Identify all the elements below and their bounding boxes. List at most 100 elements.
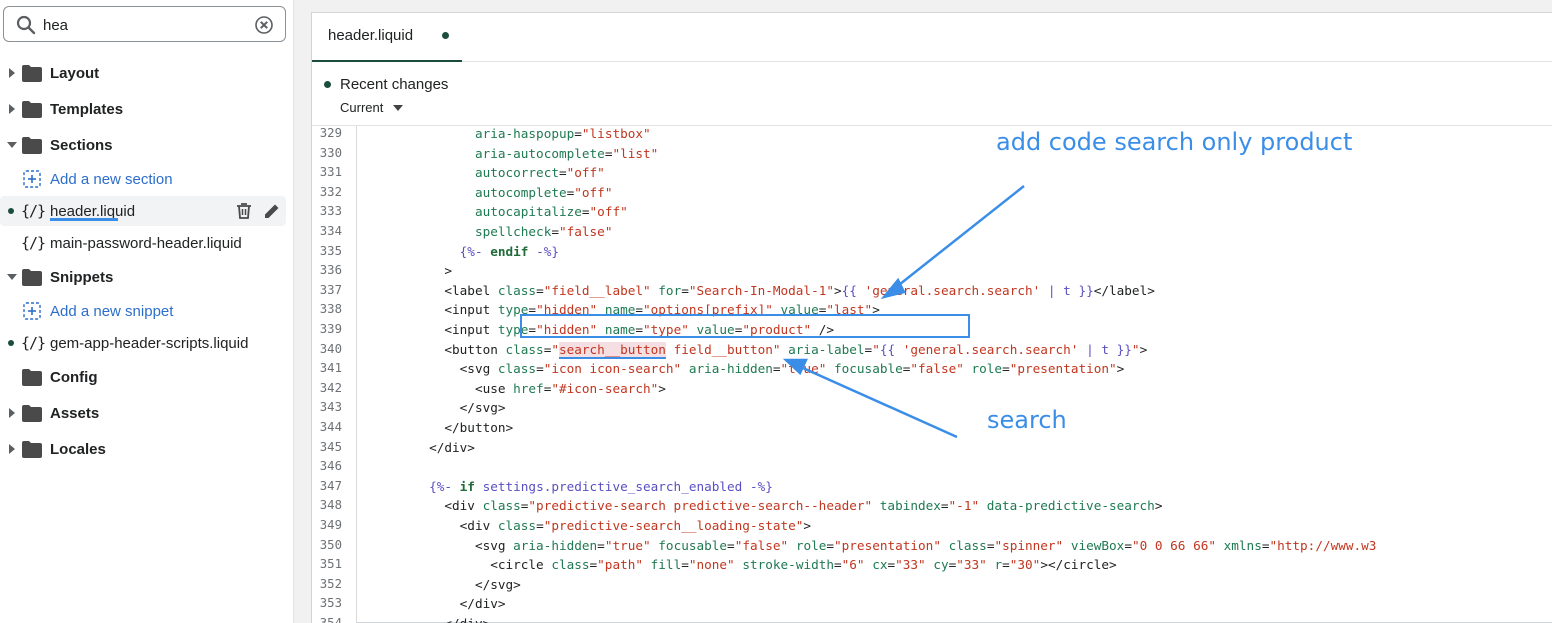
line-number: 354 [319, 616, 342, 623]
folder-label: Snippets [50, 268, 114, 286]
add-snippet-label: Add a new snippet [50, 302, 174, 320]
caret-right-icon [9, 68, 15, 78]
file-search-input[interactable] [43, 14, 243, 36]
annotation-note-top: add code search only product [996, 128, 1353, 156]
code-line: </svg> [368, 576, 521, 592]
recent-changes-bar: Recent changes Current [312, 69, 1552, 126]
add-file-icon [23, 302, 41, 320]
liquid-file-icon: {/} [21, 334, 46, 352]
code-line: <circle class="path" fill="none" stroke-… [368, 557, 1117, 573]
caret-down-icon [7, 274, 17, 280]
file-label: header.liquid [50, 202, 136, 220]
code-line: aria-autocomplete="list" [474, 145, 659, 161]
folder-label: Locales [50, 440, 106, 458]
code-line: </button> [368, 420, 514, 435]
folder-label: Assets [50, 404, 100, 422]
folder-locales[interactable]: Locales [0, 434, 294, 464]
line-number: 334 [319, 224, 342, 238]
version-dropdown[interactable]: Current [340, 100, 404, 115]
code-line: <button class="search__button field__but… [368, 341, 1148, 357]
code-line: {%- endif -%} [459, 243, 559, 259]
tab-header-liquid[interactable]: header.liquid [312, 13, 462, 62]
folder-icon [22, 136, 42, 154]
code-line: <use href="#icon-search"> [368, 380, 666, 396]
theme-code-editor: Layout Templates Sections Add a new sect… [0, 0, 1552, 623]
code-line: <div class="predictive-search__loading-s… [368, 518, 812, 533]
line-number: 348 [319, 498, 342, 513]
tab-label: header.liquid [328, 27, 414, 44]
file-search-box[interactable] [3, 6, 286, 42]
line-number: 337 [319, 282, 342, 297]
code-line: </div> [368, 439, 475, 455]
caret-right-icon [9, 444, 15, 454]
liquid-file-icon: {/} [21, 234, 46, 252]
line-number: 345 [319, 439, 342, 454]
file-main-password-header[interactable]: {/} main-password-header.liquid [0, 228, 294, 258]
code-line: <svg aria-hidden="true" focusable="false… [368, 537, 1377, 553]
add-section-link[interactable]: Add a new section [0, 164, 294, 194]
line-number: 338 [319, 302, 342, 317]
code-area[interactable]: 329 330 331 332 333 334 335 336 337 338 … [312, 126, 1552, 623]
modified-dot [8, 208, 14, 214]
folder-assets[interactable]: Assets [0, 398, 294, 428]
annotation-note-bottom: search [987, 406, 1067, 434]
line-number: 331 [319, 165, 342, 180]
add-section-label: Add a new section [50, 170, 173, 188]
line-number: 340 [319, 341, 342, 356]
add-snippet-link[interactable]: Add a new snippet [0, 296, 294, 326]
line-number: 330 [319, 145, 342, 160]
folder-label: Config [50, 368, 98, 386]
caret-down-icon [7, 142, 17, 148]
annotation-underline [50, 218, 118, 221]
line-number: 351 [319, 557, 342, 572]
code-line: spellcheck="false" [474, 224, 613, 239]
folder-icon [22, 100, 42, 118]
recent-changes-title: Recent changes [340, 76, 449, 93]
code-line: autocorrect="off" [474, 165, 605, 181]
folder-sections[interactable]: Sections [0, 130, 294, 160]
line-number: 332 [319, 184, 342, 199]
folder-layout[interactable]: Layout [0, 58, 294, 88]
folder-snippets[interactable]: Snippets [0, 262, 294, 292]
code-line: autocapitalize="off" [474, 204, 628, 220]
line-number: 333 [319, 204, 342, 219]
folder-config[interactable]: Config [0, 362, 294, 392]
line-number: 343 [319, 400, 342, 415]
clear-search-icon[interactable] [255, 16, 273, 34]
line-number: 339 [319, 322, 342, 336]
code-line: autocomplete="off" [474, 184, 613, 200]
caret-right-icon [9, 104, 15, 114]
line-number: 344 [319, 420, 342, 434]
folder-icon [22, 404, 42, 422]
code-line: <label class="field__label" for="Search-… [368, 282, 1155, 298]
unsaved-dot [442, 32, 449, 39]
code-line: </svg> [368, 400, 506, 416]
file-header-liquid[interactable]: {/} header.liquid [0, 196, 286, 226]
code-line: </div> [368, 616, 490, 623]
version-label: Current [340, 100, 384, 115]
line-number: 342 [319, 380, 342, 395]
file-label: main-password-header.liquid [50, 234, 242, 252]
folder-icon [22, 368, 42, 386]
code-line: <svg class="icon icon-search" aria-hidde… [368, 361, 1125, 377]
line-number: 346 [319, 459, 342, 474]
line-number: 347 [319, 478, 342, 493]
code-line: > [368, 263, 453, 279]
editor-tab-bar: header.liquid [312, 13, 1552, 62]
edit-pencil-icon[interactable] [262, 201, 282, 221]
folder-templates[interactable]: Templates [0, 94, 294, 124]
file-sidebar: Layout Templates Sections Add a new sect… [0, 0, 294, 623]
folder-icon [22, 440, 42, 458]
file-gem-app-header-scripts[interactable]: {/} gem-app-header-scripts.liquid [0, 328, 294, 358]
line-number: 341 [319, 361, 342, 376]
line-number-gutter: 329 330 331 332 333 334 335 336 337 338 … [312, 126, 357, 623]
line-number: 349 [319, 518, 342, 532]
line-number: 336 [319, 263, 342, 278]
delete-icon[interactable] [234, 201, 254, 221]
line-number: 329 [319, 126, 342, 140]
code-line: <div class="predictive-search predictive… [368, 498, 1163, 514]
caret-down-icon [393, 104, 404, 111]
line-number: 352 [319, 576, 342, 591]
line-number: 335 [319, 243, 342, 258]
